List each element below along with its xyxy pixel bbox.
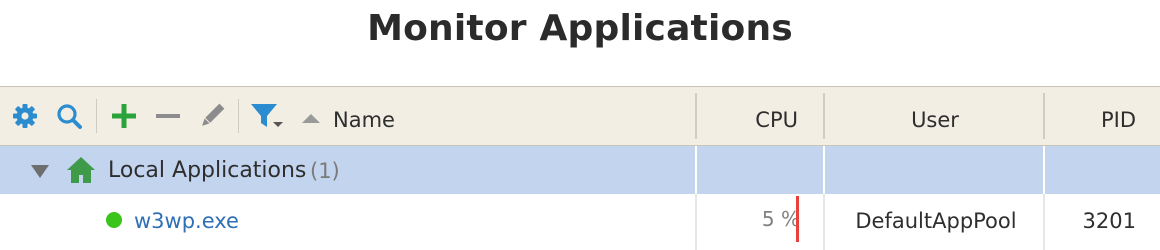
page-title: Monitor Applications: [367, 8, 793, 49]
column-header-cpu[interactable]: CPU: [700, 87, 798, 145]
group-count: (1): [310, 159, 340, 183]
applications-grid: Name CPU User PID Local Applications (1)…: [0, 86, 1160, 250]
column-header-user[interactable]: User: [826, 87, 1044, 145]
group-label: Local Applications: [108, 158, 307, 183]
grid-header: Name CPU User PID: [0, 86, 1160, 146]
pid-value: 3201: [1082, 209, 1136, 233]
search-icon[interactable]: [55, 102, 83, 130]
table-row[interactable]: w3wp.exe 5 % DefaultAppPool 3201: [0, 194, 1160, 250]
column-separator[interactable]: [695, 93, 697, 139]
column-header-name[interactable]: Name: [333, 87, 395, 145]
pencil-icon[interactable]: [198, 102, 226, 130]
column-separator[interactable]: [1043, 93, 1045, 139]
group-row-local-applications[interactable]: Local Applications (1): [0, 146, 1160, 194]
user-value: DefaultAppPool: [855, 209, 1017, 233]
filter-icon[interactable]: [250, 102, 284, 130]
process-name-link[interactable]: w3wp.exe: [134, 194, 239, 248]
collapse-triangle-icon[interactable]: [31, 165, 49, 178]
plus-icon[interactable]: [110, 102, 138, 130]
cpu-value: 5 %: [761, 207, 800, 231]
cell-divider: [823, 194, 825, 250]
toolbar-separator: [96, 99, 97, 133]
column-separator[interactable]: [823, 93, 825, 139]
cell-divider: [1043, 146, 1045, 194]
column-header-pid[interactable]: PID: [1046, 87, 1136, 145]
sort-ascending-icon[interactable]: [302, 114, 320, 123]
cell-divider: [695, 146, 697, 194]
status-running-icon: [106, 212, 122, 228]
cell-divider: [695, 194, 697, 250]
toolbar-separator: [238, 99, 239, 133]
gear-icon[interactable]: [11, 102, 39, 130]
cell-divider: [823, 146, 825, 194]
home-icon: [67, 157, 95, 183]
cpu-usage-bar: [796, 196, 799, 242]
cell-divider: [1043, 194, 1045, 250]
minus-icon[interactable]: [154, 102, 182, 130]
